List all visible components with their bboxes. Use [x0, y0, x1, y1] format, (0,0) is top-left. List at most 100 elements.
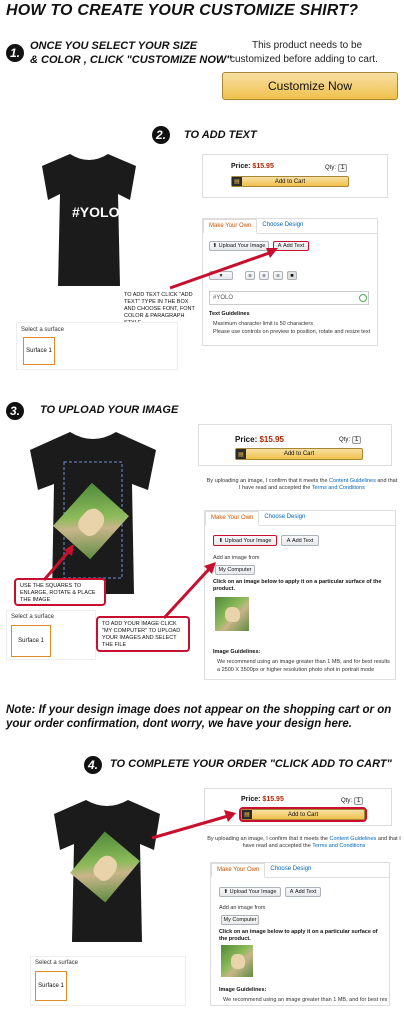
- tshirt-preview-text: #YOLO: [36, 150, 142, 290]
- consent-part-2: and that I: [376, 836, 401, 842]
- price-label: Price:: [231, 163, 251, 170]
- customizer-panel: Make Your Own Choose Design ⬆ Upload You…: [202, 218, 378, 346]
- image-thumbnail[interactable]: [221, 945, 253, 977]
- resize-callout: USE THE SQUARES TO ENLARGE, ROTATE & PLA…: [14, 578, 106, 606]
- add-text-button[interactable]: A Add Text: [285, 887, 321, 897]
- align-center-button[interactable]: ≡: [259, 271, 269, 280]
- price-label: Price:: [241, 796, 261, 803]
- upload-image-button[interactable]: ⬆ Upload Your Image: [219, 887, 281, 897]
- tab-choose-design[interactable]: Choose Design: [257, 219, 308, 233]
- price-value: $15.95: [262, 796, 284, 803]
- text-guidelines-title: Text Guidelines: [209, 311, 250, 317]
- my-computer-button[interactable]: My Computer: [221, 915, 259, 925]
- upload-image-button[interactable]: ⬆ Upload Your Image: [209, 241, 269, 251]
- price-box-step3: Price: $15.95 Qty: 1 ▤ Add to Cart: [198, 424, 392, 466]
- qty-label: Qty:: [341, 798, 353, 804]
- add-to-cart-label: Add to Cart: [287, 811, 319, 818]
- text-input[interactable]: #YOLO: [209, 291, 369, 305]
- surface-label: Select a surface: [11, 614, 55, 620]
- image-guidelines-title: Image Guidelines:: [213, 649, 261, 655]
- confirm-check-icon: [359, 294, 367, 302]
- color-swatch-icon: ■: [290, 272, 294, 279]
- text-guideline-1: Maximum character limit is 50 characters: [213, 321, 313, 327]
- text-guideline-2: Please use controls on preview to positi…: [213, 329, 371, 335]
- tab-make-your-own[interactable]: Make Your Own: [211, 863, 266, 878]
- tshirt-preview-image: [24, 428, 162, 598]
- upload-image-label: Upload Your Image: [224, 537, 272, 544]
- image-guideline-1: We recommend using an image greater than…: [217, 659, 390, 665]
- add-to-cart-label: Add to Cart: [283, 451, 315, 457]
- step-4-heading: TO COMPLETE YOUR ORDER "CLICK ADD TO CAR…: [110, 758, 392, 770]
- add-text-button[interactable]: A Add Text: [273, 241, 309, 251]
- customizer-tabs: Make Your Own Choose Design: [211, 863, 389, 878]
- dog-image: [89, 851, 122, 885]
- step-2-badge: 2.: [152, 126, 170, 144]
- customizer-tabs: Make Your Own Choose Design: [205, 511, 395, 526]
- surface-1-option[interactable]: Surface 1: [11, 625, 51, 657]
- qty-label: Qty:: [339, 437, 351, 443]
- qty-value[interactable]: 1: [352, 436, 362, 444]
- qty-selector[interactable]: Qty: 1: [325, 164, 348, 172]
- customize-now-button[interactable]: Customize Now: [222, 72, 398, 100]
- step-3-badge: 3.: [6, 402, 24, 420]
- font-select-arrow-icon: ▾: [219, 272, 223, 279]
- qty-selector[interactable]: Qty: 1: [339, 436, 362, 444]
- step-number: 1.: [9, 46, 20, 60]
- image-guideline-2: a 2500 X 3500px or higher resolution pho…: [217, 667, 375, 673]
- color-swatch-button[interactable]: ■: [287, 271, 297, 280]
- surface-1-option[interactable]: Surface 1: [23, 337, 55, 365]
- customizer-tabs: Make Your Own Choose Design: [203, 219, 377, 234]
- align-center-icon: ≡: [262, 272, 266, 279]
- add-to-cart-button[interactable]: ▤ Add to Cart: [239, 807, 367, 822]
- click-instruction: Click on an image below to apply it on a…: [219, 929, 378, 942]
- align-right-icon: ≡: [276, 272, 280, 279]
- tshirt-icon: [42, 154, 136, 286]
- content-guidelines-link[interactable]: Content Guidelines: [330, 836, 377, 842]
- add-to-cart-button[interactable]: ▤ Add to Cart: [235, 448, 363, 460]
- add-text-label: Add Text: [291, 537, 314, 544]
- content-guidelines-link[interactable]: Content Guidelines: [329, 478, 376, 484]
- surface-label: Select a surface: [21, 327, 65, 333]
- add-text-label: Add Text: [294, 889, 317, 895]
- font-select[interactable]: ▾: [209, 271, 233, 280]
- dog-image: [225, 606, 241, 623]
- step-1-badge: 1.: [6, 44, 24, 62]
- dog-image: [230, 953, 245, 969]
- step-number: 4.: [87, 758, 98, 772]
- add-text-button[interactable]: A Add Text: [281, 535, 319, 546]
- price-box: Price: $15.95 Qty: 1 ▤ Add to Cart: [202, 154, 388, 198]
- step-2-heading: TO ADD TEXT: [184, 129, 257, 141]
- image-thumbnail[interactable]: [215, 597, 249, 631]
- qty-label: Qty:: [325, 165, 337, 171]
- terms-link[interactable]: Terms and Conditions: [312, 843, 365, 849]
- customize-notice-line2: customized before adding to cart.: [230, 54, 378, 65]
- surface-panel-step3: Select a surface Surface 1: [6, 610, 96, 660]
- price-box-step4: Price: $15.95 Qty: 1 ▤ Add to Cart: [204, 788, 392, 826]
- price-line: Price: $15.95: [235, 435, 284, 444]
- upload-image-label: Upload Your Image: [229, 889, 277, 895]
- terms-link[interactable]: Terms and Conditions: [312, 485, 365, 491]
- align-left-button[interactable]: ≡: [245, 271, 255, 280]
- surface-1-option[interactable]: Surface 1: [35, 971, 67, 1001]
- customize-notice-line1: This product needs to be: [252, 40, 363, 51]
- tab-choose-design[interactable]: Choose Design: [259, 511, 310, 525]
- qty-value[interactable]: 1: [338, 164, 348, 172]
- add-to-cart-label: Add to Cart: [274, 178, 306, 185]
- add-to-cart-button[interactable]: ▤ Add to Cart: [231, 176, 349, 187]
- tab-choose-design[interactable]: Choose Design: [265, 863, 316, 877]
- my-computer-button[interactable]: My Computer: [215, 565, 255, 575]
- my-computer-callout: TO ADD YOUR IMAGE CLICK "MY COMPUTER" TO…: [96, 616, 190, 652]
- cart-icon: ▤: [236, 449, 246, 459]
- step-3-heading: TO UPLOAD YOUR IMAGE: [40, 404, 179, 416]
- align-right-button[interactable]: ≡: [273, 271, 283, 280]
- qty-selector[interactable]: Qty: 1: [341, 797, 364, 805]
- surface-panel-step2: Select a surface Surface 1: [16, 322, 178, 370]
- qty-value[interactable]: 1: [354, 797, 364, 805]
- tab-make-your-own[interactable]: Make Your Own: [203, 219, 258, 234]
- click-instruction: Click on an image below to apply it on a…: [213, 579, 382, 592]
- upload-image-label: Upload Your Image: [218, 243, 266, 249]
- price-line: Price: $15.95: [231, 163, 274, 170]
- price-value: $15.95: [252, 163, 274, 170]
- tab-make-your-own[interactable]: Make Your Own: [205, 511, 260, 526]
- upload-image-button[interactable]: ⬆ Upload Your Image: [213, 535, 277, 546]
